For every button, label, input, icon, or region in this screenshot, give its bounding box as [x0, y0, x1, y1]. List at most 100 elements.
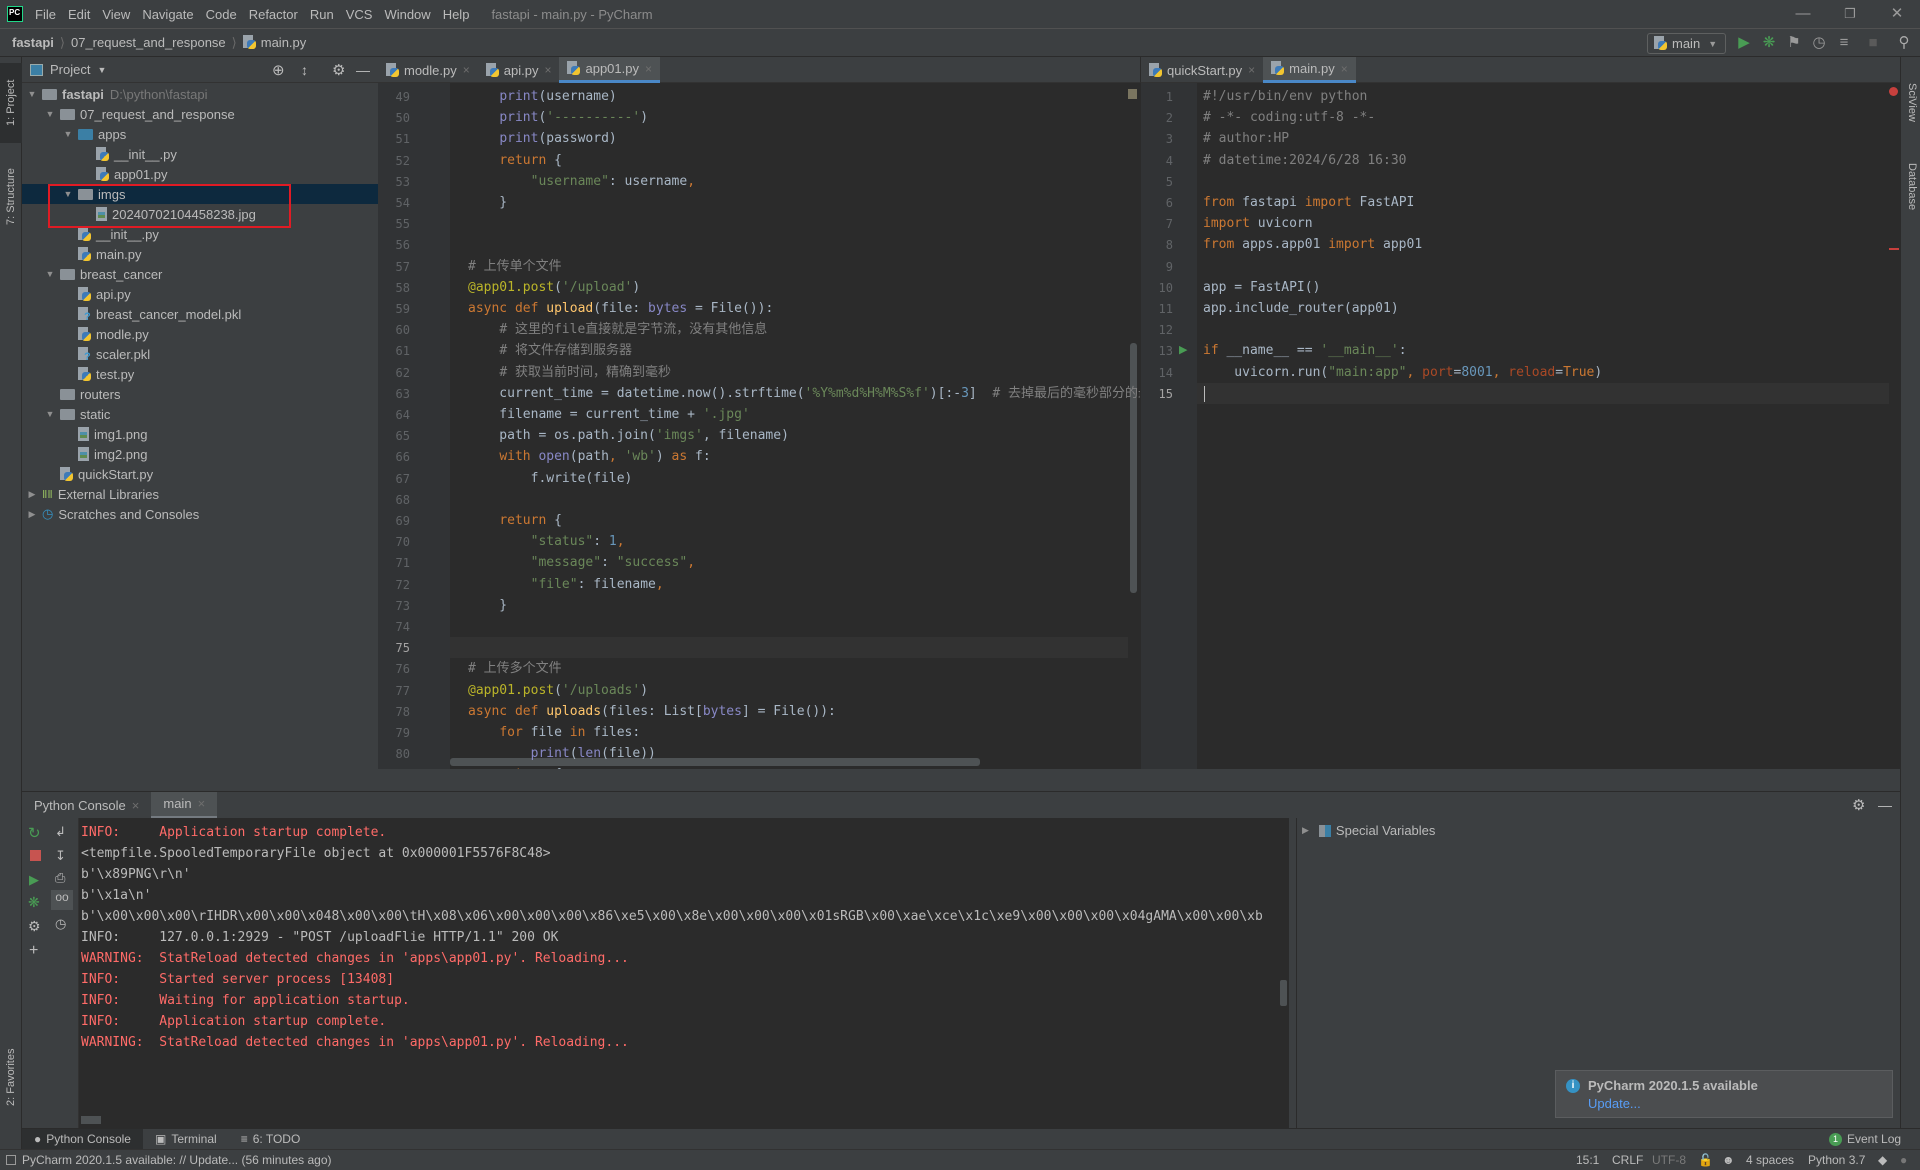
- event-log-button[interactable]: 1 Event Log: [1817, 1129, 1913, 1150]
- menu-vcs[interactable]: VCS: [346, 7, 373, 22]
- history-icon[interactable]: ◷: [55, 916, 66, 932]
- right-editor[interactable]: 1 #!/usr/bin/env python 2 # -*- coding:utf-…: [1140, 83, 1900, 769]
- print-icon[interactable]: ⎙: [55, 870, 65, 886]
- lock-icon[interactable]: 🔓: [1698, 1153, 1713, 1167]
- vertical-scrollbar[interactable]: [1280, 980, 1287, 1006]
- tool-tab-python-console[interactable]: ● Python Console: [22, 1128, 143, 1150]
- console-tab-python-console[interactable]: Python Console ×: [22, 792, 151, 819]
- menu-run[interactable]: Run: [310, 7, 334, 22]
- tree-item[interactable]: quickStart.py: [22, 464, 378, 484]
- editor-tab[interactable]: api.py ×: [478, 57, 560, 83]
- close-tab-icon[interactable]: ×: [1248, 63, 1255, 77]
- console-output[interactable]: INFO: Application startup complete. <temp…: [79, 818, 1289, 1128]
- add-icon[interactable]: +: [29, 942, 38, 960]
- menu-edit[interactable]: Edit: [68, 7, 90, 22]
- horizontal-scrollbar[interactable]: [81, 1116, 101, 1124]
- run-configuration-select[interactable]: main ▼: [1647, 33, 1726, 54]
- tree-item[interactable]: ▶ ⅡⅡ External Libraries: [22, 484, 378, 504]
- tree-item[interactable]: scaler.pkl: [22, 344, 378, 364]
- tool-tab-database[interactable]: Database: [1901, 147, 1920, 227]
- tree-item[interactable]: ▼ static: [22, 404, 378, 424]
- tree-item[interactable]: img2.png: [22, 444, 378, 464]
- stop-icon[interactable]: [30, 850, 41, 861]
- close-tab-icon[interactable]: ×: [132, 798, 140, 813]
- menu-window[interactable]: Window: [384, 7, 430, 22]
- tree-item[interactable]: ▶ ◷ Scratches and Consoles: [22, 504, 378, 524]
- file-encoding[interactable]: UTF-8: [1652, 1153, 1686, 1167]
- indent-setting[interactable]: 4 spaces: [1746, 1153, 1794, 1167]
- gear-icon[interactable]: ⚙: [1852, 796, 1865, 814]
- editor-tab[interactable]: quickStart.py ×: [1141, 57, 1263, 83]
- tree-item[interactable]: breast_cancer_model.pkl: [22, 304, 378, 324]
- run-icon[interactable]: ▶: [1735, 34, 1753, 52]
- coverage-icon[interactable]: ⚑: [1785, 34, 1803, 52]
- tool-tab-todo[interactable]: ≡ 6: TODO: [229, 1129, 313, 1150]
- close-tab-icon[interactable]: ×: [463, 63, 470, 77]
- tree-item[interactable]: img1.png: [22, 424, 378, 444]
- tree-item[interactable]: __init__.py: [22, 144, 378, 164]
- menu-refactor[interactable]: Refactor: [249, 7, 298, 22]
- tree-item[interactable]: modle.py: [22, 324, 378, 344]
- menu-file[interactable]: File: [35, 7, 56, 22]
- collapse-arrow-icon[interactable]: ▶: [26, 489, 38, 500]
- error-indicator-icon[interactable]: [1889, 87, 1898, 96]
- line-separator[interactable]: CRLF: [1612, 1153, 1643, 1167]
- problems-icon[interactable]: ●: [1900, 1153, 1907, 1167]
- inspection-indicator[interactable]: [1128, 89, 1137, 99]
- tree-item[interactable]: api.py: [22, 284, 378, 304]
- close-tab-icon[interactable]: ×: [645, 62, 652, 76]
- git-icon[interactable]: ◆: [1878, 1153, 1887, 1167]
- menu-navigate[interactable]: Navigate: [142, 7, 193, 22]
- expand-arrow-icon[interactable]: ▼: [44, 409, 56, 419]
- special-variables-row[interactable]: ▶ Special Variables: [1302, 823, 1435, 838]
- concurrency-icon[interactable]: ≡: [1835, 34, 1853, 52]
- tree-item[interactable]: test.py: [22, 364, 378, 384]
- breadcrumb-folder[interactable]: 07_request_and_response: [71, 35, 226, 50]
- tree-item[interactable]: ▼ 07_request_and_response: [22, 104, 378, 124]
- hide-icon[interactable]: —: [356, 62, 370, 78]
- tree-item[interactable]: ▼ apps: [22, 124, 378, 144]
- update-link[interactable]: Update...: [1588, 1096, 1641, 1111]
- expand-arrow-icon[interactable]: ▼: [62, 129, 74, 139]
- run-gutter-icon[interactable]: ▶: [1179, 343, 1187, 356]
- chevron-down-icon[interactable]: ▼: [97, 65, 106, 75]
- hide-icon[interactable]: —: [1878, 797, 1892, 813]
- expand-arrow-icon[interactable]: ▼: [44, 269, 56, 279]
- close-button[interactable]: ✕: [1887, 4, 1907, 24]
- expand-arrow-icon[interactable]: ▼: [44, 109, 56, 119]
- tree-item[interactable]: main.py: [22, 244, 378, 264]
- show-variables-icon[interactable]: oo: [51, 890, 73, 910]
- debug-icon[interactable]: ❋: [28, 894, 40, 911]
- stop-icon[interactable]: ■: [1864, 34, 1882, 52]
- toggle-tool-windows-icon[interactable]: [6, 1155, 16, 1165]
- tree-item[interactable]: routers: [22, 384, 378, 404]
- project-view-select[interactable]: Project: [50, 62, 90, 77]
- rerun-icon[interactable]: ↻: [28, 824, 41, 842]
- expand-arrow-icon[interactable]: ▶: [1302, 825, 1309, 836]
- menu-code[interactable]: Code: [206, 7, 237, 22]
- interpreter[interactable]: Python 3.7: [1808, 1153, 1865, 1167]
- caret-position[interactable]: 15:1: [1576, 1153, 1599, 1167]
- scroll-to-end-icon[interactable]: ↧: [55, 848, 66, 864]
- minimize-button[interactable]: —: [1793, 4, 1813, 24]
- locate-icon[interactable]: ⊕: [272, 61, 285, 79]
- breadcrumb-project[interactable]: fastapi: [12, 35, 54, 50]
- expand-arrow-icon[interactable]: ▼: [26, 89, 38, 99]
- tree-item[interactable]: ▼ fastapi D:\python\fastapi: [22, 84, 378, 104]
- tool-tab-project[interactable]: 1: Project: [0, 63, 22, 143]
- tool-tab-sciview[interactable]: SciView: [1901, 67, 1920, 137]
- menu-view[interactable]: View: [102, 7, 130, 22]
- tool-tab-favorites[interactable]: 2: Favorites: [0, 1032, 22, 1122]
- tool-tab-terminal[interactable]: ▣ Terminal: [143, 1129, 229, 1150]
- editor-tab[interactable]: app01.py ×: [559, 57, 660, 83]
- restore-button[interactable]: ❐: [1840, 4, 1860, 24]
- run-icon[interactable]: ▶: [29, 872, 39, 888]
- tree-item[interactable]: ▼ breast_cancer: [22, 264, 378, 284]
- breadcrumb-file[interactable]: main.py: [261, 35, 307, 50]
- collapse-arrow-icon[interactable]: ▶: [26, 509, 38, 520]
- profile-icon[interactable]: ◷: [1810, 34, 1828, 52]
- tree-item[interactable]: app01.py: [22, 164, 378, 184]
- editor-tab[interactable]: main.py ×: [1263, 57, 1356, 83]
- status-message[interactable]: PyCharm 2020.1.5 available: // Update...…: [22, 1153, 332, 1167]
- settings-icon[interactable]: ⚙: [28, 918, 41, 935]
